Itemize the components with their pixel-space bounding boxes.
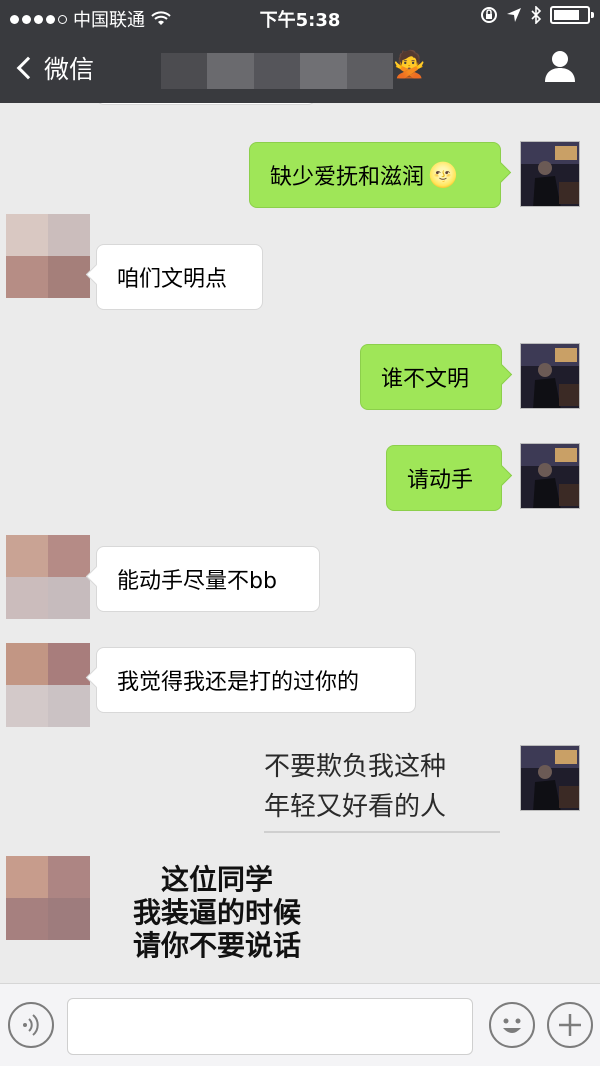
message-text: 我觉得我还是打的过你的 <box>117 670 360 695</box>
emoji-button[interactable] <box>489 1002 535 1048</box>
moon-emoji-icon: 🌝 <box>428 161 458 189</box>
contact-emoji: 🙅 <box>393 50 426 80</box>
chevron-left-icon <box>16 56 40 80</box>
voice-icon <box>23 1014 39 1036</box>
more-options-button[interactable] <box>547 1002 593 1048</box>
message-bubble[interactable]: 缺少爱抚和滋润 🌝 <box>249 142 501 208</box>
avatar-other[interactable] <box>6 856 90 940</box>
meme-line: 请你不要说话 <box>132 929 301 962</box>
user-profile-icon[interactable] <box>542 48 578 84</box>
avatar-self[interactable] <box>520 443 580 509</box>
bluetooth-icon <box>531 6 542 24</box>
contact-name-censored <box>161 53 394 89</box>
avatar-self[interactable] <box>520 745 580 811</box>
message-bubble[interactable]: 咱们文明点 <box>96 244 263 310</box>
chat-area[interactable]: 缺少爱抚和滋润 🌝 咱们文明点 谁不文明 请动手 能动手尽量不bb 我觉得我还是… <box>0 103 600 983</box>
message-text: 能动手尽量不bb <box>117 569 277 594</box>
message-text: 请动手 <box>407 468 474 493</box>
message-bubble[interactable]: 能动手尽量不bb <box>96 546 320 612</box>
message-bubble[interactable]: 请动手 <box>386 445 502 511</box>
plus-icon <box>559 1014 581 1036</box>
avatar-other[interactable] <box>6 103 90 105</box>
message-text: 咱们文明点 <box>117 267 228 292</box>
message-text: 缺少爱抚和滋润 <box>270 165 425 190</box>
battery-icon <box>550 6 594 24</box>
avatar-self-photo <box>521 444 579 508</box>
smiley-icon <box>503 1018 521 1033</box>
avatar-self[interactable] <box>520 141 580 207</box>
top-bar: 中国联通 下午5:38 微信 🙅 <box>0 0 600 103</box>
avatar-other[interactable] <box>6 535 90 619</box>
meme-sticker[interactable]: 这位同学 我装逼的时候 请你不要说话 <box>104 863 330 962</box>
sticker-text-message[interactable]: 不要欺负我这种 年轻又好看的人 <box>264 747 500 833</box>
avatar-self-photo <box>521 746 579 810</box>
avatar-self[interactable] <box>520 343 580 409</box>
back-label: 微信 <box>44 55 95 84</box>
message-input[interactable] <box>67 998 473 1055</box>
avatar-other[interactable] <box>6 214 90 298</box>
meme-line: 这位同学 <box>160 863 273 896</box>
avatar-self-photo <box>521 344 579 408</box>
previous-message-partial <box>96 103 316 105</box>
input-bar <box>0 983 600 1066</box>
status-right <box>480 6 594 24</box>
orientation-lock-icon <box>481 7 497 23</box>
voice-input-button[interactable] <box>8 1002 54 1048</box>
avatar-other[interactable] <box>6 643 90 727</box>
location-icon <box>507 8 521 22</box>
chat-header: 微信 🙅 <box>0 34 600 103</box>
message-text: 谁不文明 <box>381 367 470 392</box>
message-bubble[interactable]: 谁不文明 <box>360 344 502 410</box>
message-bubble[interactable]: 我觉得我还是打的过你的 <box>96 647 416 713</box>
sticker-line: 不要欺负我这种 <box>264 752 447 782</box>
back-button[interactable]: 微信 <box>14 50 94 86</box>
avatar-self-photo <box>521 142 579 206</box>
sticker-line: 年轻又好看的人 <box>264 787 500 833</box>
meme-line: 我装逼的时候 <box>132 896 301 929</box>
status-bar: 中国联通 下午5:38 <box>0 0 600 34</box>
